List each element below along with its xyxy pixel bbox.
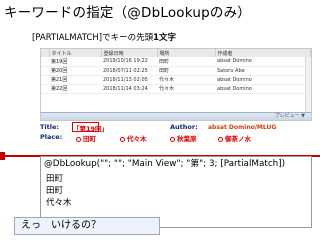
column-header-title[interactable]: タイトル	[49, 49, 102, 57]
row-select[interactable]	[41, 84, 49, 94]
column-header-place[interactable]: 場所	[157, 49, 216, 57]
radio-icon	[120, 136, 125, 142]
row-author: absat Domino	[215, 84, 311, 94]
view-header-row: タイトル 登録日時 場所 作成者	[41, 49, 311, 57]
subtitle-emphasis: 1文字	[153, 33, 176, 43]
row-select[interactable]	[41, 66, 49, 76]
speech-box: えっ いけるの？	[14, 217, 160, 235]
place-option[interactable]: 代々木	[120, 133, 147, 143]
formula-text: @DbLookup(""; ""; "Main View"; "第"; 3; […	[44, 159, 286, 169]
result-item: 代々木	[46, 198, 72, 208]
place-option[interactable]: 秋葉原	[170, 133, 197, 143]
place-label: Place:	[40, 133, 63, 141]
row-date: 2018/11/14 03:24	[101, 84, 157, 94]
row-title: 第20回	[49, 66, 101, 76]
result-item: 田町	[46, 174, 64, 184]
title-value: 「第19回」	[73, 125, 109, 133]
row-author: Satoru Abe	[215, 66, 311, 76]
row-place: 田町	[157, 66, 215, 76]
view-scrollbar[interactable]	[305, 57, 311, 113]
row-author: absat Domino	[215, 57, 311, 67]
row-date: 2018/07/11 02:25	[101, 66, 157, 76]
radio-icon	[76, 136, 81, 142]
subtitle-text: [PARTIALMATCH]でキーの先頭	[32, 33, 154, 43]
title-label: Title:	[40, 123, 60, 131]
author-value: absat Domino/MLUG	[208, 124, 277, 131]
column-header-date[interactable]: 登録日時	[101, 49, 158, 57]
select-column-header[interactable]	[41, 49, 50, 57]
place-option[interactable]: 田町	[76, 133, 96, 143]
radio-icon	[170, 136, 175, 142]
row-title: 第19回	[49, 57, 101, 67]
row-date: 2019/10/16 19:22	[101, 57, 157, 67]
author-label: Author:	[170, 123, 198, 131]
row-place: 代々木	[157, 75, 215, 85]
row-place: 田町	[157, 57, 215, 67]
result-item: 田町	[46, 186, 64, 196]
row-select[interactable]	[41, 75, 49, 85]
preview-form: Title: 「第19回」 Author: absat Domino/MLUG …	[36, 122, 314, 158]
row-place: 代々木	[157, 84, 215, 94]
table-row[interactable]: 第21回 2018/11/13 02:05 代々木 absat Domino	[41, 75, 311, 85]
notes-view: タイトル 登録日時 場所 作成者 第19回 2019/10/16 19:22 田…	[40, 48, 312, 121]
radio-icon	[218, 136, 223, 142]
table-row[interactable]: 第19回 2019/10/16 19:22 田町 absat Domino	[41, 57, 311, 67]
row-select[interactable]	[41, 57, 49, 67]
column-header-author[interactable]: 作成者	[215, 49, 311, 57]
table-row[interactable]: 第22回 2018/11/14 03:24 代々木 absat Domino	[41, 84, 311, 94]
slide-title: キーワードの指定（@DbLookupのみ）	[4, 5, 251, 21]
table-row[interactable]: 第20回 2018/07/11 02:25 田町 Satoru Abe	[41, 66, 311, 76]
row-title: 第22回	[49, 84, 101, 94]
slide-subtitle: [PARTIALMATCH]でキーの先頭1文字	[32, 31, 176, 45]
row-author: absat Domino	[215, 75, 311, 85]
preview-toggle[interactable]: プレビュー ▼	[275, 113, 305, 120]
view-table: タイトル 登録日時 場所 作成者 第19回 2019/10/16 19:22 田…	[41, 49, 311, 94]
row-title: 第21回	[49, 75, 101, 85]
preview-bar[interactable]: プレビュー ▼	[41, 112, 311, 120]
row-date: 2018/11/13 02:05	[101, 75, 157, 85]
place-option[interactable]: 御茶ノ水	[218, 133, 251, 143]
